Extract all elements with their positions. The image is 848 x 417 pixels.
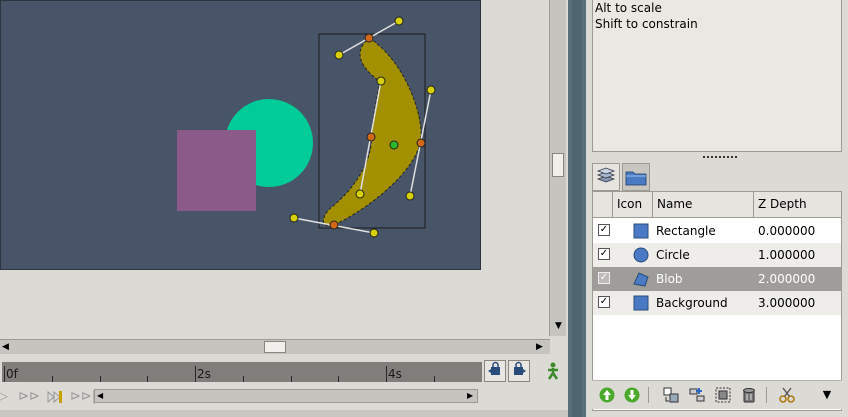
- layers-icon: [596, 167, 616, 183]
- layer-row-circle[interactable]: ✓ Circle 1.000000: [593, 243, 841, 267]
- canvas-shapes: [177, 16, 436, 238]
- scroll-right-arrow-icon[interactable]: ▶: [536, 340, 548, 354]
- layer-z-depth: 2.000000: [758, 272, 816, 286]
- arrow-up-icon: [599, 387, 615, 403]
- timeline-label: 2s: [197, 367, 211, 381]
- folder-icon: [625, 171, 647, 186]
- raise-layer-button[interactable]: [598, 386, 616, 404]
- tool-hint-line: Alt to scale: [595, 1, 662, 15]
- keyframe-lock-icon: [514, 361, 526, 375]
- circle-layer-icon: [633, 247, 649, 263]
- timetrack[interactable]: 0f 2s 4s: [2, 362, 482, 382]
- layer-z-depth: 0.000000: [758, 224, 816, 238]
- next-keyframe-icon[interactable]: [44, 387, 66, 407]
- layers-header: Icon Name Z Depth: [593, 192, 841, 218]
- timeline-minor-tick: [243, 376, 244, 382]
- layer-z-depth: 3.000000: [758, 296, 816, 310]
- timeline-tick: [195, 366, 196, 382]
- vertical-scrollbar[interactable]: ▼: [549, 0, 566, 336]
- layer-name: Blob: [656, 272, 683, 286]
- toolbar-separator: [766, 387, 767, 403]
- layer-visibility-checkbox[interactable]: ✓: [598, 248, 610, 260]
- layer-visibility-checkbox[interactable]: ✓: [598, 296, 610, 308]
- column-header-z-depth[interactable]: Z Depth: [753, 192, 841, 217]
- timeline-minor-tick: [147, 376, 148, 382]
- pane-grip-icon[interactable]: [703, 156, 737, 159]
- layer-name: Background: [656, 296, 728, 310]
- horizontal-scroll-thumb[interactable]: [264, 341, 286, 353]
- time-slider[interactable]: ◀ ▶: [94, 389, 478, 403]
- timeline-tick: [4, 366, 5, 382]
- time-slider-left-arrow-icon[interactable]: ◀: [97, 390, 103, 402]
- rectangle-layer-icon: [633, 295, 649, 311]
- encapsulate-icon: [715, 387, 731, 403]
- rectangle-layer-icon: [633, 223, 649, 239]
- scroll-left-arrow-icon[interactable]: ◀: [2, 340, 14, 354]
- layers-panel-tabs: [592, 163, 662, 191]
- tab-layers[interactable]: [592, 163, 620, 191]
- layer-row-background[interactable]: ✓ Background 3.000000: [593, 291, 841, 315]
- region-layer-icon: [633, 271, 649, 287]
- layer-name: Circle: [656, 248, 690, 262]
- layer-visibility-checkbox[interactable]: ✓: [598, 272, 610, 284]
- seek-forward-icon[interactable]: ⊳⊳: [18, 387, 40, 407]
- timeline-minor-tick: [52, 376, 53, 382]
- scroll-down-arrow-icon[interactable]: ▼: [551, 318, 566, 334]
- animation-mode-icon[interactable]: [544, 362, 562, 380]
- origin-handle[interactable]: [389, 140, 399, 150]
- play-icon[interactable]: ▷: [0, 387, 14, 407]
- arrow-down-icon: [624, 387, 640, 403]
- scissors-icon: [779, 387, 795, 403]
- encapsulate-layer-button[interactable]: [714, 386, 732, 404]
- toolbar-overflow-chevron-down-icon[interactable]: ▼: [818, 386, 836, 404]
- canvas-area: ▼ ◀ ▶ 0f 2s 4s ▷ ⊳⊳ ⊳⊳| ◀ ▶: [0, 0, 568, 417]
- layer-row-blob[interactable]: ✓ Blob 2.000000: [593, 267, 841, 291]
- timeline-minor-tick: [100, 376, 101, 382]
- tool-options-panel: Alt to scale Shift to constrain: [592, 0, 842, 152]
- cut-layer-button[interactable]: [778, 386, 796, 404]
- lock-past-keyframe-button[interactable]: [484, 360, 506, 382]
- layer-visibility-checkbox[interactable]: ✓: [598, 224, 610, 236]
- column-header-icon[interactable]: Icon: [612, 192, 653, 217]
- horizontal-scrollbar[interactable]: ◀ ▶: [0, 339, 550, 354]
- duplicate-icon: [689, 388, 705, 402]
- lower-layer-button[interactable]: [623, 386, 641, 404]
- timeline-label: 0f: [6, 367, 18, 381]
- timeline-minor-tick: [338, 376, 339, 382]
- time-slider-right-arrow-icon[interactable]: ▶: [467, 390, 473, 402]
- layers-panel: Icon Name Z Depth ✓ Rectangle 0.000000 ✓…: [592, 191, 842, 411]
- lock-future-keyframe-button[interactable]: [508, 360, 530, 382]
- duplicate-layer-button[interactable]: [688, 386, 706, 404]
- layer-name: Rectangle: [656, 224, 716, 238]
- timeline-tick: [386, 366, 387, 382]
- layer-row-rectangle[interactable]: ✓ Rectangle 0.000000: [593, 219, 841, 243]
- trash-icon: [743, 388, 755, 403]
- keyframe-lock-icon: [488, 361, 500, 375]
- panel-divider-handle[interactable]: [572, 0, 582, 417]
- vertical-scroll-thumb[interactable]: [552, 153, 564, 177]
- status-strip: [0, 410, 568, 417]
- timeline-label: 4s: [388, 367, 402, 381]
- group-layer-button[interactable]: [662, 386, 680, 404]
- timeline-minor-tick: [434, 376, 435, 382]
- column-header-name[interactable]: Name: [652, 192, 754, 217]
- seek-end-icon[interactable]: ⊳⊳|: [70, 387, 96, 407]
- layers-toolbar: ▼: [592, 380, 842, 409]
- layer-z-depth: 1.000000: [758, 248, 816, 262]
- toolbar-separator: [648, 387, 649, 403]
- tab-library[interactable]: [622, 163, 650, 191]
- work-canvas[interactable]: [0, 0, 481, 270]
- group-icon: [663, 387, 679, 403]
- tool-hint-line: Shift to constrain: [595, 17, 698, 31]
- rectangle-shape[interactable]: [177, 130, 256, 211]
- delete-layer-button[interactable]: [740, 386, 758, 404]
- timeline-minor-tick: [291, 376, 292, 382]
